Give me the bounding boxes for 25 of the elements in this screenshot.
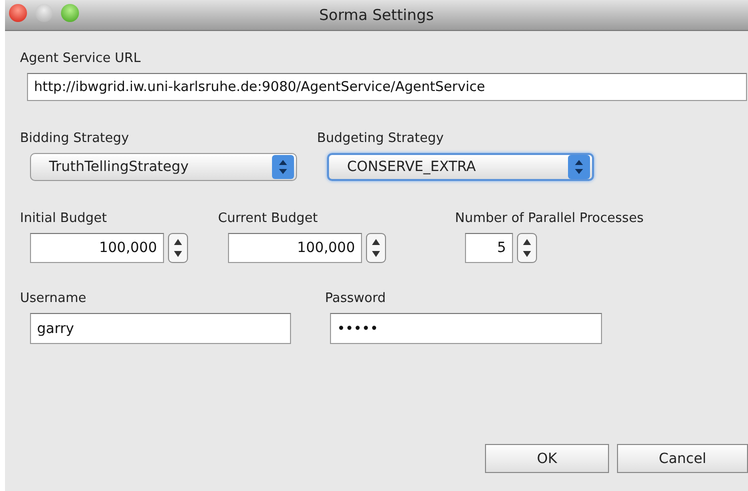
stepper-icon[interactable] (168, 233, 188, 263)
stepper-icon[interactable] (517, 233, 537, 263)
stepper-arrows-icon (568, 155, 590, 179)
dropdown[interactable]: TruthTellingStrategy (30, 153, 297, 181)
field-label: Budgeting Strategy (317, 131, 445, 146)
window-title: Sorma Settings (319, 6, 434, 24)
stepper-icon[interactable] (366, 233, 386, 263)
cancel-button[interactable]: Cancel (617, 444, 748, 473)
ok-button[interactable]: OK (485, 444, 610, 473)
field-label: Current Budget (218, 211, 319, 226)
field-label: Number of Parallel Processes (455, 211, 644, 226)
url-field[interactable]: http://ibwgrid.iw.uni-karlsruhe.de:9080/AgentService/AgentService (27, 73, 747, 101)
text-field[interactable]: garry (30, 313, 291, 344)
number-field[interactable]: 100,000 (30, 233, 164, 263)
number-field[interactable]: 100,000 (228, 233, 362, 263)
field-label: Initial Budget (20, 211, 108, 226)
dropdown[interactable]: CONSERVE_EXTRA (327, 153, 594, 181)
field-label: Agent Service URL (20, 51, 142, 66)
field-label: Password (325, 291, 387, 306)
stepper-arrows-icon (272, 155, 294, 179)
number-field[interactable]: 5 (465, 233, 513, 263)
field-label: Bidding Strategy (20, 131, 130, 146)
text-field[interactable]: ••••• (330, 313, 602, 344)
field-label: Username (20, 291, 88, 306)
close-button[interactable] (9, 4, 27, 22)
